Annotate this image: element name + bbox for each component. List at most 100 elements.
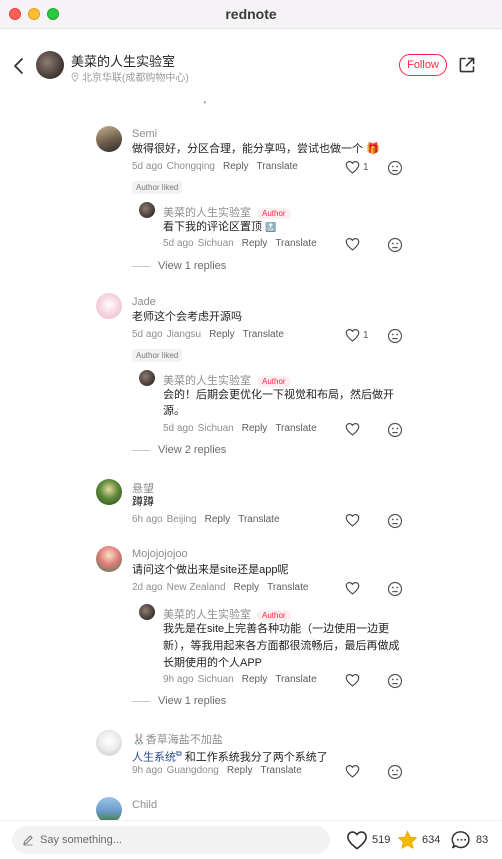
dislike-icon[interactable] — [387, 237, 403, 253]
follow-button[interactable]: Follow — [399, 54, 447, 76]
reply-button[interactable]: Reply — [242, 674, 268, 685]
reply-button[interactable]: Reply — [205, 514, 231, 525]
heart-icon — [347, 831, 367, 850]
heart-icon — [345, 160, 360, 174]
comment-meta: 6h ago Beijing Reply Translate — [132, 514, 280, 525]
dislike-icon[interactable] — [387, 581, 403, 597]
location[interactable]: 北京华联(成都购物中心) — [71, 69, 189, 84]
comment-username[interactable]: Child — [132, 799, 157, 811]
post-header: 美菜的人生实验室 北京华联(成都购物中心) Follow — [0, 29, 502, 101]
reply-username[interactable]: 美菜的人生实验室 Author — [163, 372, 291, 388]
reply-meta: 5d ago Sichuan Reply Translate — [163, 238, 317, 249]
reply-button[interactable]: Reply — [209, 329, 235, 340]
dislike-icon[interactable] — [387, 422, 403, 438]
reply-meta: 5d ago Sichuan Reply Translate — [163, 423, 317, 434]
post-like-count: 519 — [372, 834, 391, 846]
comment-username[interactable]: Jade — [132, 296, 156, 308]
post-like-button[interactable]: 519 — [346, 830, 390, 850]
reply-text-line: 长期使用的个人APP — [163, 657, 263, 669]
reply-button[interactable]: Reply — [223, 161, 249, 172]
location-pin-icon — [71, 72, 79, 82]
avatar[interactable] — [96, 293, 122, 319]
dislike-icon[interactable] — [387, 160, 403, 176]
dislike-icon[interactable] — [387, 513, 403, 529]
translate-button[interactable]: Translate — [267, 582, 308, 593]
comment-text: 人生系统⧉ 和工作系统我分了两个系统了 — [132, 749, 328, 764]
avatar[interactable] — [139, 604, 155, 620]
avatar[interactable] — [96, 546, 122, 572]
comment-text: 做得很好，分区合理，能分享吗，尝试也做一个 🎁 — [132, 143, 380, 155]
comment-text: 蹲蹲 — [132, 496, 154, 508]
translate-button[interactable]: Translate — [260, 765, 301, 776]
like-count: 1 — [363, 161, 369, 173]
avatar[interactable] — [96, 730, 122, 756]
translate-button[interactable]: Translate — [275, 674, 316, 685]
reply-button[interactable]: Reply — [227, 765, 253, 776]
comment-text: 请问这个做出来是site还是app呢 — [132, 564, 289, 576]
avatar[interactable] — [139, 370, 155, 386]
dislike-icon[interactable] — [387, 673, 403, 689]
heart-icon — [345, 764, 360, 778]
comment-meta: 9h ago Guangdong Reply Translate — [132, 765, 302, 776]
avatar[interactable] — [139, 202, 155, 218]
comment-meta: 2d ago New Zealand Reply Translate — [132, 582, 309, 593]
pencil-icon — [23, 835, 33, 846]
emoji-icon: 🎁 — [366, 143, 380, 155]
comment-input[interactable]: Say something... — [12, 826, 330, 854]
like-button[interactable]: 1 — [345, 328, 369, 342]
comment-username[interactable]: Mojojojojoo — [132, 548, 188, 560]
translate-button[interactable]: Translate — [243, 329, 284, 340]
translate-button[interactable]: Translate — [238, 514, 279, 525]
reply-text-line: 新），等我用起来各方面都很流畅后，最后再做成 — [163, 640, 400, 652]
reply-button[interactable]: Reply — [242, 423, 268, 434]
author-badge: Author — [257, 375, 291, 387]
author-badge: Author — [257, 609, 291, 621]
post-comment-button[interactable]: 83 — [451, 830, 488, 850]
topic-link[interactable]: 人生系统 — [132, 752, 176, 764]
reply-username[interactable]: 美菜的人生实验室 Author — [163, 204, 291, 220]
top-pin-icon: 🔝 — [265, 222, 277, 232]
like-button[interactable] — [345, 673, 360, 687]
post-comment-count: 83 — [476, 834, 489, 846]
window-title: rednote — [225, 6, 277, 22]
share-icon[interactable] — [458, 56, 476, 74]
window-titlebar: rednote — [0, 0, 502, 29]
view-more-replies[interactable]: View 2 replies — [132, 444, 226, 456]
like-count: 1 — [363, 329, 369, 341]
heart-icon — [345, 422, 360, 436]
like-button[interactable] — [345, 422, 360, 436]
bottom-action-bar: Say something... 519 634 83 — [0, 820, 502, 859]
reply-text: 看下我的评论区置顶 🔝 — [163, 221, 277, 233]
like-button[interactable] — [345, 237, 360, 251]
dislike-icon[interactable] — [387, 328, 403, 344]
comment-bubble-icon — [451, 831, 470, 849]
dislike-icon[interactable] — [387, 764, 403, 780]
translate-button[interactable]: Translate — [257, 161, 298, 172]
author-avatar[interactable] — [36, 51, 64, 79]
back-arrow-icon[interactable] — [12, 57, 26, 75]
avatar[interactable] — [96, 479, 122, 505]
reply-button[interactable]: Reply — [234, 582, 260, 593]
like-button[interactable]: 1 — [345, 160, 369, 174]
heart-icon — [345, 581, 360, 595]
like-button[interactable] — [345, 581, 360, 595]
reply-username[interactable]: 美菜的人生实验室 Author — [163, 606, 291, 622]
view-more-replies[interactable]: View 1 replies — [132, 260, 226, 272]
reply-text-line: 我先是在site上完善各种功能（一边使用一边更 — [163, 623, 390, 635]
avatar[interactable] — [96, 126, 122, 152]
heart-icon — [345, 673, 360, 687]
comment-meta: 5d ago Jiangsu Reply Translate — [132, 329, 284, 340]
translate-button[interactable]: Translate — [275, 238, 316, 249]
link-icon: ⧉ — [176, 749, 182, 758]
post-collect-count: 634 — [422, 834, 441, 846]
post-collect-button[interactable]: 634 — [397, 830, 440, 850]
like-button[interactable] — [345, 513, 360, 527]
comments-scroll[interactable]: View 8 replies Semi 做得很好，分区合理，能分享吗，尝试也做一… — [0, 0, 502, 859]
view-more-replies[interactable]: View 1 replies — [132, 695, 226, 707]
reply-button[interactable]: Reply — [242, 238, 268, 249]
author-name[interactable]: 美菜的人生实验室 — [71, 51, 175, 70]
heart-icon — [345, 328, 360, 342]
translate-button[interactable]: Translate — [275, 423, 316, 434]
comment-username[interactable]: Semi — [132, 128, 157, 140]
like-button[interactable] — [345, 764, 360, 778]
